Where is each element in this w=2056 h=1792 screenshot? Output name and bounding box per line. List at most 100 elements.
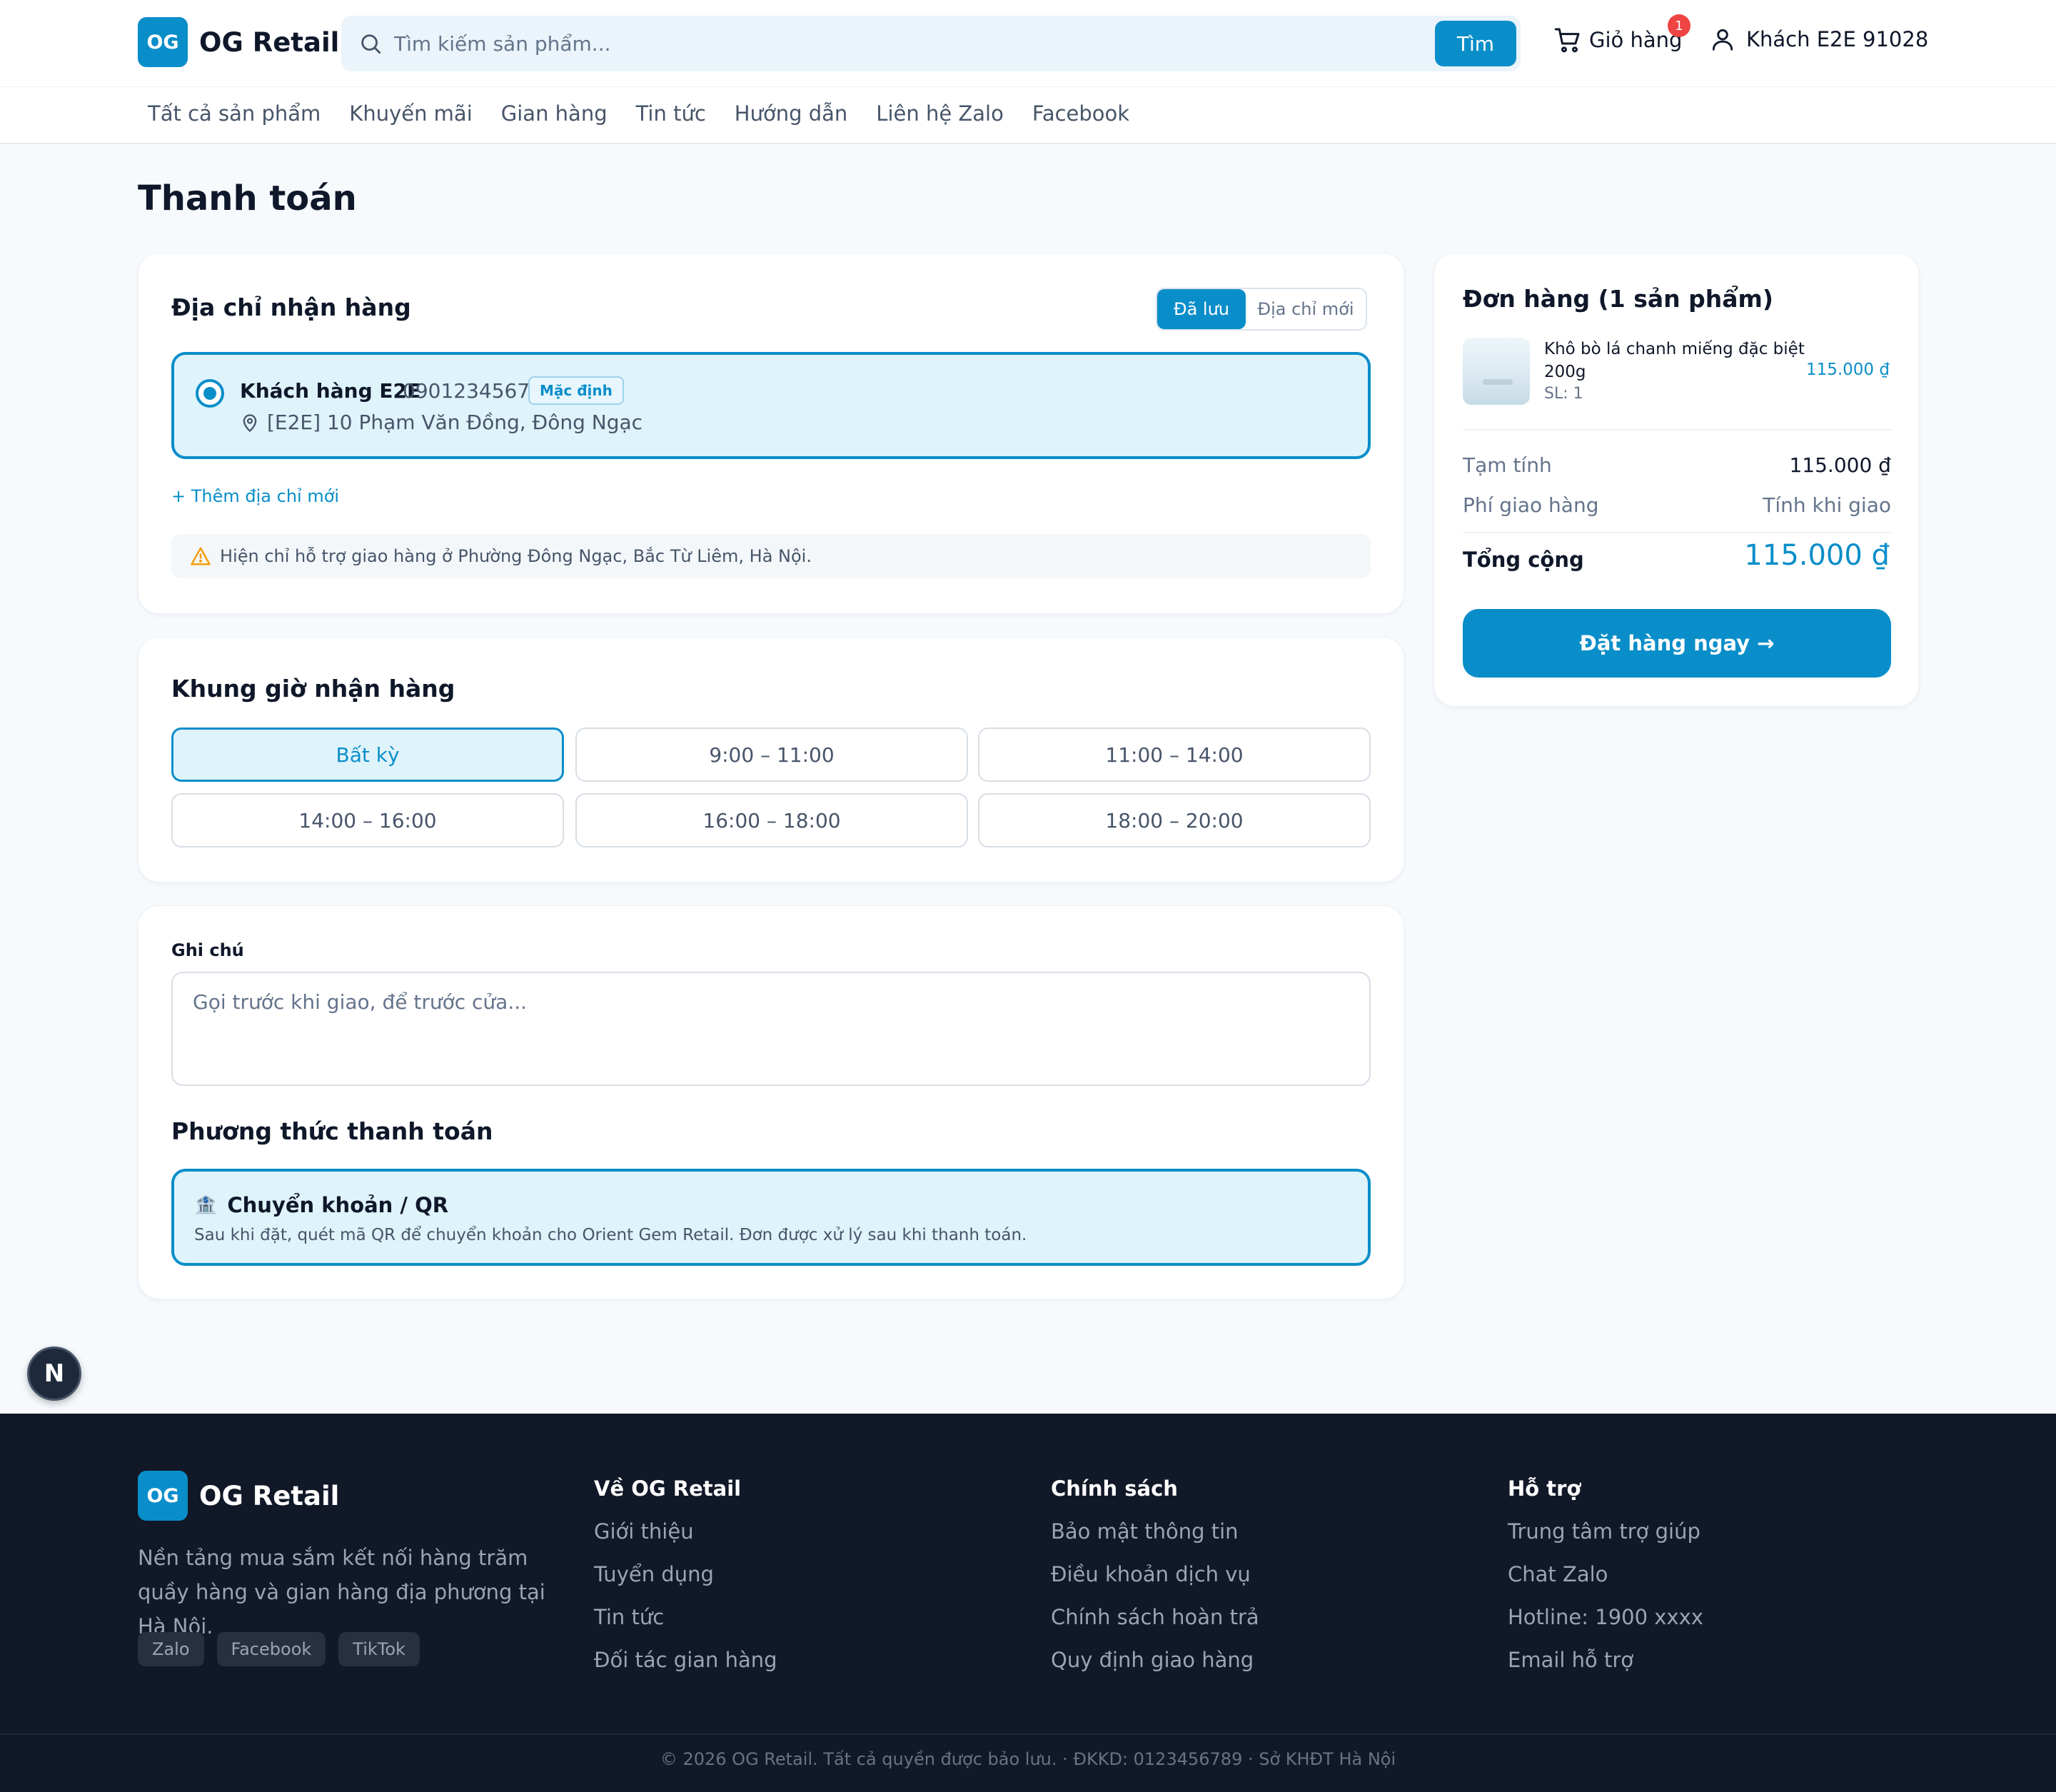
payment-method-name: 🏦 Chuyển khoản / QR — [194, 1193, 448, 1217]
footer-col-title: Về OG Retail — [594, 1476, 742, 1501]
warning-icon — [191, 547, 211, 565]
subtotal-value: 115.000 ₫ — [1789, 453, 1891, 477]
social-zalo[interactable]: Zalo — [138, 1632, 204, 1666]
footer-col-title: Chính sách — [1051, 1476, 1178, 1501]
search-input[interactable] — [394, 16, 1322, 71]
footer-logo-badge: OG — [138, 1471, 188, 1521]
shipping-label: Phí giao hàng — [1463, 493, 1599, 517]
cart-link[interactable]: Giỏ hàng 1 — [1553, 14, 1690, 54]
timeslot-any[interactable]: Bất kỳ — [171, 728, 564, 782]
timeslot-14-16[interactable]: 14:00 – 16:00 — [171, 793, 564, 847]
address-phone: 0901234567 — [403, 379, 530, 403]
shipping-row: Phí giao hàng Tính khi giao — [1463, 493, 1891, 517]
footer-link[interactable]: Chính sách hoàn trả — [1051, 1605, 1259, 1629]
footer-link[interactable]: Điều khoản dịch vụ — [1051, 1562, 1259, 1586]
timeslot-18-20[interactable]: 18:00 – 20:00 — [978, 793, 1371, 847]
address-radio[interactable] — [196, 379, 224, 408]
site-logo[interactable]: OG OG Retail — [138, 17, 339, 67]
address-line: [E2E] 10 Phạm Văn Đồng, Đông Ngạc — [240, 411, 642, 434]
footer-link[interactable]: Hotline: 1900 xxxx — [1508, 1605, 1703, 1629]
address-title: Địa chỉ nhận hàng — [171, 293, 411, 321]
address-mode-toggle: Đã lưu Địa chỉ mới — [1156, 288, 1367, 331]
footer-link[interactable]: Giới thiệu — [594, 1519, 777, 1544]
subtotal-label: Tạm tính — [1463, 453, 1552, 477]
search-icon — [361, 34, 381, 54]
footer-col-policy: Chính sách Bảo mật thông tin Điều khoản … — [1051, 1471, 1259, 1672]
nav-item-all-products[interactable]: Tất cả sản phẩm — [148, 101, 321, 126]
timeslot-9-11[interactable]: 9:00 – 11:00 — [575, 728, 968, 782]
divider — [1463, 429, 1891, 431]
nav-item-guide[interactable]: Hướng dẫn — [735, 101, 848, 126]
map-pin-icon — [243, 413, 257, 432]
footer-link[interactable]: Email hỗ trợ — [1508, 1648, 1703, 1672]
social-tags: Zalo Facebook TikTok — [138, 1632, 420, 1666]
main-nav: Tất cả sản phẩm Khuyến mãi Gian hàng Tin… — [0, 87, 2056, 144]
cart-count-badge: 1 — [1668, 14, 1690, 37]
footer-link[interactable]: Bảo mật thông tin — [1051, 1519, 1259, 1544]
timeslot-title: Khung giờ nhận hàng — [171, 675, 455, 703]
place-order-button[interactable]: Đặt hàng ngay → — [1463, 609, 1891, 678]
dev-tools-button[interactable]: N — [27, 1346, 81, 1401]
add-new-address-link[interactable]: + Thêm địa chỉ mới — [171, 486, 339, 506]
footer-col-about: Về OG Retail Giới thiệu Tuyển dụng Tin t… — [594, 1471, 777, 1672]
order-item-name: Khô bò lá chanh miếng đặc biệt 200g — [1544, 340, 1805, 381]
user-icon — [1712, 29, 1733, 51]
social-facebook[interactable]: Facebook — [216, 1632, 326, 1666]
payment-method-description: Sau khi đặt, quét mã QR để chuyển khoản … — [194, 1226, 1027, 1244]
address-recipient-name: Khách hàng E2E — [240, 379, 421, 403]
address-card: Địa chỉ nhận hàng Đã lưu Địa chỉ mới Khá… — [138, 253, 1404, 614]
shipping-value: Tính khi giao — [1763, 493, 1891, 517]
nav-item-facebook[interactable]: Facebook — [1032, 101, 1129, 126]
address-text: [E2E] 10 Phạm Văn Đồng, Đông Ngạc — [267, 411, 643, 434]
timeslot-11-14[interactable]: 11:00 – 14:00 — [978, 728, 1371, 782]
bank-icon: 🏦 — [194, 1194, 218, 1216]
nav-item-news[interactable]: Tin tức — [636, 101, 706, 126]
delivery-area-notice: Hiện chỉ hỗ trợ giao hàng ở Phường Đông … — [171, 534, 1371, 578]
cart-icon — [1554, 28, 1580, 53]
nav-item-promotions[interactable]: Khuyến mãi — [349, 101, 472, 126]
payment-method-bank-transfer[interactable]: 🏦 Chuyển khoản / QR Sau khi đặt, quét mã… — [171, 1169, 1371, 1266]
footer-col-support: Hỗ trợ Trung tâm trợ giúp Chat Zalo Hotl… — [1508, 1471, 1703, 1672]
note-textarea[interactable] — [171, 972, 1371, 1086]
footer-divider — [0, 1733, 2056, 1735]
search-button[interactable]: Tìm — [1435, 21, 1516, 66]
page-title: Thanh toán — [138, 178, 357, 218]
total-value: 115.000 ₫ — [1744, 539, 1890, 572]
nav-item-stores[interactable]: Gian hàng — [501, 101, 608, 126]
copyright: © 2026 OG Retail. Tất cả quyền được bảo … — [660, 1749, 1396, 1769]
footer-link[interactable]: Chat Zalo — [1508, 1562, 1703, 1586]
footer-link[interactable]: Tuyển dụng — [594, 1562, 777, 1586]
notice-text: Hiện chỉ hỗ trợ giao hàng ở Phường Đông … — [220, 546, 812, 566]
footer-description: Nền tảng mua sắm kết nối hàng trăm quầy … — [138, 1546, 545, 1639]
order-item-price: 115.000 ₫ — [1805, 361, 1890, 379]
payment-method-label: Chuyển khoản / QR — [227, 1193, 449, 1217]
default-badge: Mặc định — [528, 376, 624, 405]
total-label: Tổng cộng — [1463, 548, 1584, 572]
footer-logo-text: OG Retail — [199, 1480, 340, 1511]
divider — [1463, 532, 1891, 533]
footer-link[interactable]: Tin tức — [594, 1605, 777, 1629]
footer-logo[interactable]: OG OG Retail — [138, 1471, 339, 1521]
social-tiktok[interactable]: TikTok — [338, 1632, 420, 1666]
order-summary-title: Đơn hàng (1 sản phẩm) — [1463, 285, 1773, 313]
order-summary-card: Đơn hàng (1 sản phẩm) Khô bò lá chanh mi… — [1433, 253, 1919, 707]
footer-link[interactable]: Đối tác gian hàng — [594, 1648, 777, 1672]
account-link[interactable]: Khách E2E 91028 — [1709, 26, 1928, 53]
note-payment-card: Ghi chú Phương thức thanh toán 🏦 Chuyển … — [138, 905, 1404, 1299]
toggle-new-address[interactable]: Địa chỉ mới — [1246, 289, 1366, 329]
note-label: Ghi chú — [171, 940, 244, 960]
site-footer: OG OG Retail Nền tảng mua sắm kết nối hà… — [0, 1414, 2056, 1792]
site-header: OG OG Retail Tìm Giỏ hàng 1 Khách E2E 91… — [0, 0, 2056, 87]
order-item-qty: SL: 1 — [1544, 385, 1583, 403]
cart-label: Giỏ hàng — [1589, 28, 1683, 52]
search-bar: Tìm — [341, 16, 1521, 71]
footer-link[interactable]: Quy định giao hàng — [1051, 1648, 1259, 1672]
account-label: Khách E2E 91028 — [1746, 27, 1929, 51]
saved-address-option[interactable]: Khách hàng E2E 0901234567 Mặc định [E2E]… — [171, 352, 1371, 459]
toggle-saved-address[interactable]: Đã lưu — [1157, 289, 1246, 329]
nav-item-zalo[interactable]: Liên hệ Zalo — [876, 101, 1004, 126]
timeslot-16-18[interactable]: 16:00 – 18:00 — [575, 793, 968, 847]
subtotal-row: Tạm tính 115.000 ₫ — [1463, 453, 1891, 477]
footer-link[interactable]: Trung tâm trợ giúp — [1508, 1519, 1703, 1544]
timeslot-card: Khung giờ nhận hàng Bất kỳ 9:00 – 11:00 … — [138, 637, 1404, 882]
